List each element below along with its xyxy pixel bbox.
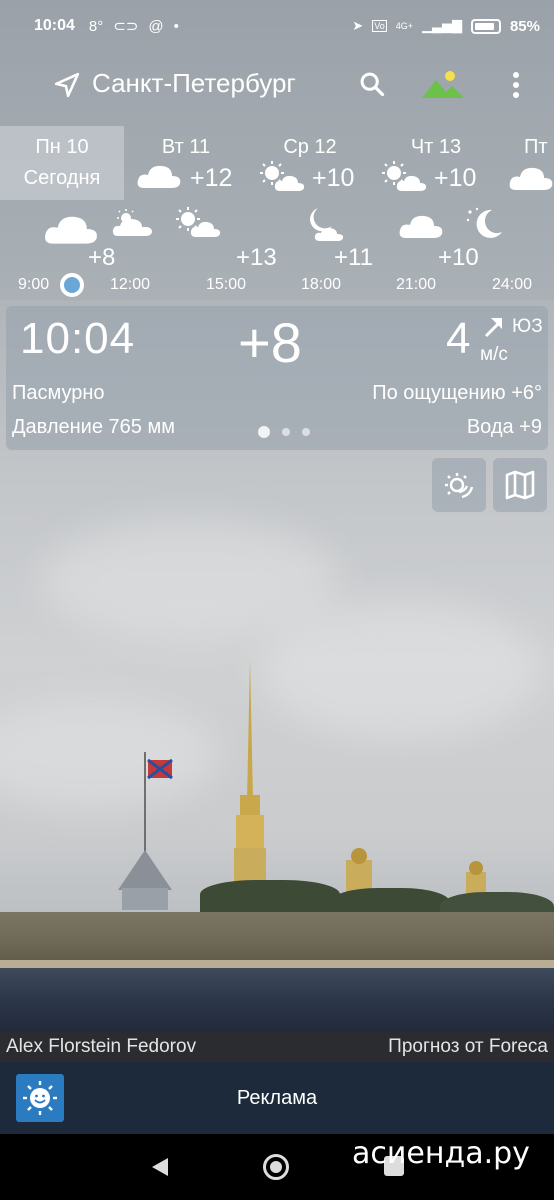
day-tab-1[interactable]: Вт 11 +12 [126, 126, 246, 200]
city-name[interactable]: Санкт-Петербург [92, 68, 296, 99]
back-icon[interactable] [150, 1156, 170, 1178]
partly-sunny-icon [382, 161, 427, 191]
hour-label: 12:00 [110, 276, 151, 293]
at-icon: @ [148, 17, 164, 35]
hour-label: 21:00 [396, 276, 437, 293]
cloud-icon [509, 167, 553, 190]
link-icon: ⊂⊃ [113, 18, 139, 35]
day-temp: +12 [190, 164, 233, 192]
day-name: Чт 13 [410, 136, 462, 158]
photo-credit[interactable]: Alex Florstein Fedorov [6, 1036, 196, 1058]
location-arrow-icon[interactable] [54, 72, 80, 98]
wind-direction-icon [484, 318, 503, 338]
hour-cloud-icon [45, 216, 97, 244]
hour-label: 24:00 [492, 276, 533, 293]
weather-radar-button[interactable] [432, 458, 486, 512]
dot-icon: • [173, 17, 179, 35]
map-icon [505, 470, 535, 500]
water-temp: Вода +9 [466, 416, 542, 438]
hour-partly-sunny-icon [176, 207, 221, 237]
day-name: Ср 12 [283, 136, 337, 158]
status-time: 10:04 [34, 17, 75, 34]
battery-icon [470, 18, 501, 34]
hour-moon-star-icon [466, 207, 502, 238]
page-dot [258, 426, 270, 438]
map-button[interactable] [493, 458, 547, 512]
cloud-icon [137, 165, 181, 188]
partly-sunny-icon [260, 161, 305, 191]
hour-moon-cloud-icon [310, 208, 344, 241]
current-weather-card[interactable]: 10:04 +8 4 ЮЗ м/с Пасмурно По ощущению +… [6, 306, 548, 450]
hour-label: 18:00 [301, 276, 342, 293]
page-dot [302, 428, 310, 436]
status-bar: 10:04 8° ⊂⊃ @ • ➤ Vo 4G+ ▁▃▅▇ 85% [0, 0, 554, 52]
page-indicator [258, 426, 310, 438]
page-dot [282, 428, 290, 436]
battery-percent: 85% [509, 17, 540, 35]
day-temp: +10 [312, 164, 355, 192]
hour-temp: +8 [88, 244, 116, 271]
day-name: Пт [524, 136, 548, 158]
current-time: 10:04 [20, 314, 136, 363]
day-tab-3[interactable]: Чт 13 +10 [374, 126, 498, 200]
condition: Пасмурно [12, 382, 105, 404]
network-type: 4G+ [395, 21, 413, 31]
day-name: Пн 10 [35, 136, 89, 158]
ad-banner[interactable]: Реклама [0, 1062, 554, 1134]
app-bar: Санкт-Петербург [0, 58, 554, 114]
home-icon[interactable] [263, 1154, 289, 1180]
signal-icon: ▁▃▅▇ [421, 18, 462, 33]
volte-icon: Vo [372, 20, 387, 32]
hour-label: 9:00 [18, 276, 50, 293]
day-tab-0[interactable]: Пн 10 Сегодня [0, 126, 124, 200]
wind-unit: м/с [480, 344, 508, 365]
watermark: асиенда.ру [352, 1136, 530, 1171]
hour-temp: +11 [334, 244, 373, 271]
hour-cloud-icon [399, 215, 443, 238]
hour-cloud-sun-icon [112, 209, 152, 236]
wind-speed: 4 [446, 314, 471, 363]
current-hour-marker [60, 273, 84, 297]
credits-bar: Alex Florstein Fedorov Прогноз от Foreca [0, 1032, 554, 1062]
hour-temp: +10 [438, 244, 479, 271]
pressure: Давление 765 мм [12, 416, 175, 438]
day-temp: +10 [434, 164, 477, 192]
day-name: Вт 11 [161, 136, 211, 158]
day-tab-2[interactable]: Ср 12 +10 [248, 126, 372, 200]
day-tab-4[interactable]: Пт [500, 126, 554, 200]
weather-radar-icon [445, 473, 474, 499]
feels-like: По ощущению +6° [372, 382, 542, 404]
landscape-photo-icon[interactable] [422, 68, 464, 102]
more-vert-icon[interactable] [504, 70, 528, 100]
ad-label: Реклама [236, 1087, 318, 1109]
day-sub: Сегодня [23, 167, 101, 189]
forecast-panel: Пн 10 Сегодня Вт 11 +12 Ср 12 +10 Чт 13 … [0, 126, 554, 300]
wind-direction: ЮЗ [512, 316, 543, 337]
hour-temp: +13 [236, 244, 277, 271]
current-temp: +8 [238, 311, 302, 374]
location-icon: ➤ [352, 18, 364, 33]
status-temp: 8° [88, 17, 104, 35]
search-icon[interactable] [358, 70, 386, 98]
hour-label: 15:00 [206, 276, 247, 293]
forecast-provider[interactable]: Прогноз от Foreca [388, 1036, 548, 1058]
